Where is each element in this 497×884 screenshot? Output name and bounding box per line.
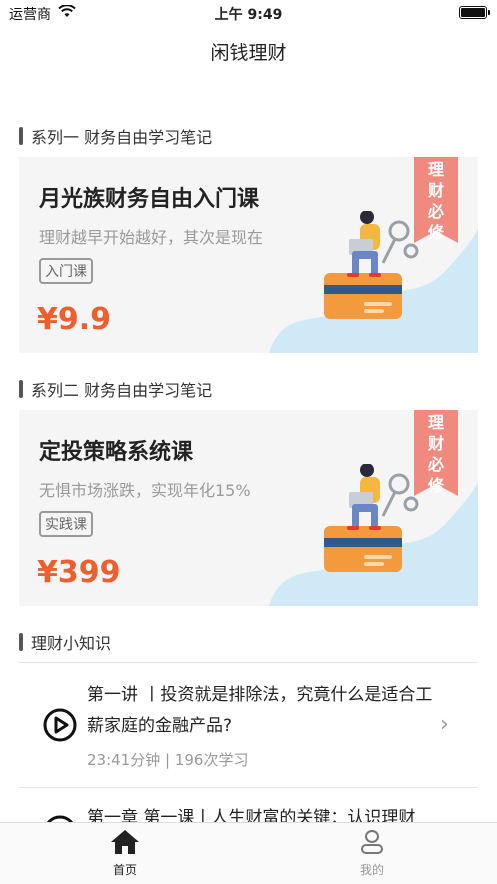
section-header-series-2: 系列二 财务自由学习笔记: [19, 377, 212, 401]
section-header-tips: 理财小知识: [19, 630, 111, 654]
section-header-series-1: 系列一 财务自由学习笔记: [19, 124, 212, 148]
person-laptop-illustration: [324, 464, 419, 572]
course-tag: 实践课: [39, 511, 93, 537]
course-tag: 入门课: [39, 258, 93, 284]
lesson-title: 第一章 第一课丨人生财富的关键：认识理财: [87, 808, 416, 822]
course-card-2[interactable]: 理财必修 定投策略系统课 无惧市场涨跌，实现年化15% 实践课 ¥399: [19, 410, 478, 606]
tab-profile[interactable]: 我的: [332, 829, 412, 878]
divider: [19, 662, 478, 663]
course-price: ¥9.9: [37, 302, 112, 337]
tab-label: 我的: [359, 863, 384, 877]
divider: [19, 787, 478, 788]
tab-bar: 首页 我的: [0, 822, 497, 884]
lesson-item-2[interactable]: 第一章 第一课丨人生财富的关键：认识理财: [0, 800, 497, 822]
course-subtitle: 无惧市场涨跌，实现年化15%: [39, 481, 251, 500]
page-title: 闲钱理财: [210, 42, 287, 64]
course-price: ¥399: [37, 555, 121, 590]
chevron-right-icon: ›: [440, 712, 449, 737]
lesson-meta: 23:41分钟 | 196次学习: [87, 751, 249, 769]
person-laptop-illustration: [324, 211, 419, 319]
section-title: 系列二 财务自由学习笔记: [31, 381, 213, 400]
tab-label: 首页: [112, 863, 137, 877]
battery-icon: [459, 6, 490, 19]
section-title: 系列一 财务自由学习笔记: [31, 128, 213, 147]
tab-home[interactable]: 首页: [85, 829, 165, 878]
section-marker: [19, 127, 23, 145]
course-title: 月光族财务自由入门课: [39, 187, 260, 212]
status-bar: 运营商 上午 9:49: [0, 0, 497, 26]
course-subtitle: 理财越早开始越好，其次是现在: [39, 228, 264, 247]
course-card-1[interactable]: 理财必修 月光族财务自由入门课 理财越早开始越好，其次是现在 入门课 ¥9.9: [19, 157, 478, 353]
clock: 上午 9:49: [214, 7, 283, 23]
lesson-title: 第一讲 丨投资就是排除法，究竟什么是适合工薪家庭的金融产品?: [87, 685, 433, 736]
course-title: 定投策略系统课: [39, 440, 194, 465]
section-marker: [19, 380, 23, 398]
section-title: 理财小知识: [31, 634, 112, 653]
profile-icon: [361, 830, 383, 854]
section-marker: [19, 633, 23, 651]
home-icon: [111, 830, 139, 854]
play-circle-icon: [43, 708, 77, 742]
play-circle-icon: [46, 815, 74, 822]
